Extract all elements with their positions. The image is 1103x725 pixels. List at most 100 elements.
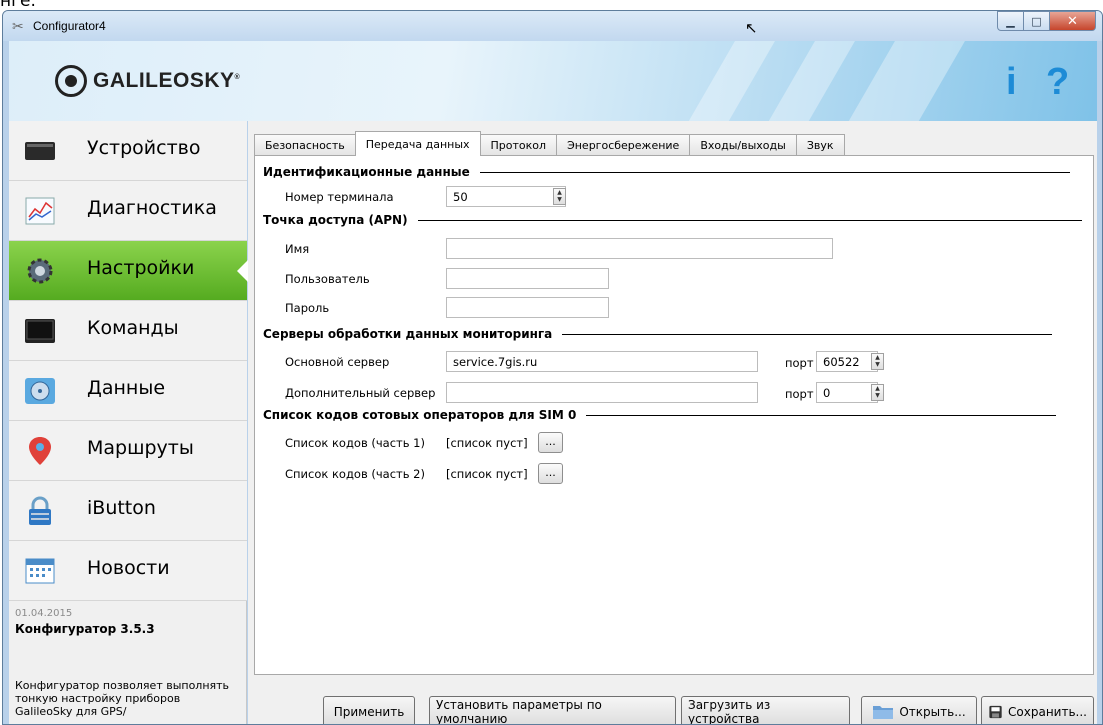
open-button-label: Открыть... [899, 705, 966, 719]
codes-part2-value: [список пуст] [446, 467, 528, 481]
codes-part2-label: Список кодов (часть 2) [285, 467, 425, 481]
sidebar-item-news[interactable]: Новости [9, 541, 247, 601]
apn-user-input[interactable] [446, 268, 609, 289]
tab-power-saving[interactable]: Энергосбережение [556, 134, 691, 156]
calendar-icon [25, 558, 55, 584]
lock-icon [29, 496, 51, 525]
defaults-button-label: Установить параметры по умолчанию [436, 698, 602, 725]
close-button[interactable]: ✕ [1050, 11, 1096, 31]
maximize-button[interactable]: □ [1024, 11, 1050, 31]
tab-security[interactable]: Безопасность [254, 134, 356, 156]
news-panel: 01.04.2015 Конфигуратор 3.5.3 Конфигурат… [9, 601, 247, 724]
help-icon[interactable]: ? [1046, 61, 1069, 104]
terminal-number-label: Номер терминала [285, 190, 394, 204]
header-stripe [671, 41, 787, 121]
clipped-caption-text: нге. [0, 0, 36, 10]
extra-server-label: Дополнительный сервер [285, 386, 436, 400]
main-server-label: Основной сервер [285, 355, 390, 369]
minimize-button[interactable]: ▁ [997, 11, 1024, 31]
sidebar-item-label: iButton [87, 497, 156, 519]
sidebar-item-data[interactable]: Данные [9, 361, 247, 421]
device-icon [25, 142, 55, 160]
apn-password-input[interactable] [446, 297, 609, 318]
sidebar-item-routes[interactable]: Маршруты [9, 421, 247, 481]
brand-logo: GALILEOSKY® [93, 69, 240, 93]
sidebar-item-label: Диагностика [87, 197, 217, 219]
sidebar-item-ibutton[interactable]: iButton [9, 481, 247, 541]
clipped-caption: нге. [0, 0, 1103, 10]
galileosky-logo-icon [55, 65, 87, 97]
main-server-input[interactable]: service.7gis.ru [446, 351, 758, 372]
section-divider [479, 171, 1070, 173]
main-port-stepper[interactable]: ▲ ▼ [871, 353, 884, 370]
extra-port-stepper[interactable]: ▲ ▼ [871, 384, 884, 401]
extra-port-label: порт [785, 387, 814, 401]
apply-button-label: Применить [333, 705, 405, 719]
tab-inputs-outputs[interactable]: Входы/выходы [689, 134, 797, 156]
info-icon[interactable]: i [1006, 61, 1017, 104]
section-operator-codes: Список кодов сотовых операторов для SIM … [263, 408, 1057, 422]
title-bar[interactable]: ✂ Configurator4 ↖ ▁ □ ✕ [3, 11, 1102, 41]
sidebar-item-settings[interactable]: Настройки [9, 241, 248, 301]
main-content: Безопасность Передача данных Протокол Эн… [248, 121, 1097, 725]
open-button[interactable]: Открыть... [861, 696, 977, 724]
terminal-number-input[interactable]: 50 [446, 186, 566, 207]
gear-icon [27, 258, 53, 284]
sidebar-item-label: Команды [87, 317, 179, 339]
section-divider [586, 414, 1057, 416]
app-icon: ✂ [12, 19, 24, 35]
sidebar-item-commands[interactable]: Команды [9, 301, 247, 361]
sidebar-item-label: Устройство [87, 137, 201, 159]
section-title: Серверы обработки данных мониторинга [263, 327, 553, 341]
apn-name-label: Имя [285, 242, 310, 256]
sidebar-item-label: Настройки [87, 257, 195, 279]
section-title: Список кодов сотовых операторов для SIM … [263, 408, 577, 422]
chart-icon [25, 197, 55, 225]
codes-part2-edit-button[interactable]: ... [538, 463, 563, 484]
apn-user-label: Пользователь [285, 272, 370, 286]
tab-sound[interactable]: Звук [795, 134, 845, 156]
window-title: Configurator4 [33, 19, 106, 33]
section-servers: Серверы обработки данных мониторинга [263, 327, 1053, 341]
save-button[interactable]: Сохранить... [981, 696, 1094, 724]
apn-name-input[interactable] [446, 238, 833, 259]
news-title[interactable]: Конфигуратор 3.5.3 [15, 622, 155, 636]
main-port-input[interactable]: 60522 [816, 351, 878, 372]
load-button-label: Загрузить из устройства [688, 698, 771, 725]
window-controls: ▁ □ ✕ [997, 11, 1096, 31]
sidebar-item-diagnostics[interactable]: Диагностика [9, 181, 247, 241]
sidebar-item-device[interactable]: Устройство [9, 121, 247, 181]
mouse-cursor-icon: ↖ [745, 19, 758, 37]
save-button-label: Сохранить... [1008, 705, 1087, 719]
extra-port-input[interactable]: 0 [816, 382, 878, 403]
terminal-number-stepper[interactable]: ▲ ▼ [553, 188, 566, 205]
header-stripe [831, 41, 977, 121]
registered-mark: ® [234, 74, 241, 81]
sidebar-item-label: Маршруты [87, 437, 194, 459]
load-from-device-button[interactable]: Загрузить из устройства [681, 696, 850, 725]
section-title: Идентификационные данные [263, 165, 470, 179]
brand-header: GALILEOSKY® i ? [9, 41, 1097, 121]
apn-password-label: Пароль [285, 301, 330, 315]
app-window: ✂ Configurator4 ↖ ▁ □ ✕ GALILEOSKY® i ? … [2, 10, 1103, 725]
main-port-label: порт [785, 356, 814, 370]
codes-part1-label: Список кодов (часть 1) [285, 436, 425, 450]
section-identification: Идентификационные данные [263, 165, 1070, 179]
extra-server-input[interactable] [446, 382, 758, 403]
news-date: 01.04.2015 [15, 608, 73, 619]
folder-icon [873, 706, 894, 719]
tab-protocol[interactable]: Протокол [479, 134, 558, 156]
sidebar-item-label: Данные [87, 377, 166, 399]
map-pin-icon [29, 437, 51, 465]
section-divider [417, 219, 1082, 221]
data-transfer-panel: Идентификационные данные Номер терминала… [254, 155, 1094, 675]
codes-part1-edit-button[interactable]: ... [538, 432, 563, 453]
defaults-button[interactable]: Установить параметры по умолчанию [429, 696, 676, 725]
section-title: Точка доступа (APN) [263, 213, 408, 227]
settings-tabs: Безопасность Передача данных Протокол Эн… [254, 131, 845, 156]
tab-data-transfer[interactable]: Передача данных [354, 131, 481, 156]
sidebar: Устройство Диагностика Настройки Команды… [9, 121, 248, 724]
apply-button[interactable]: Применить [323, 696, 415, 724]
section-apn: Точка доступа (APN) [263, 213, 1082, 227]
brand-logo-text: GALILEOSKY [93, 69, 235, 92]
